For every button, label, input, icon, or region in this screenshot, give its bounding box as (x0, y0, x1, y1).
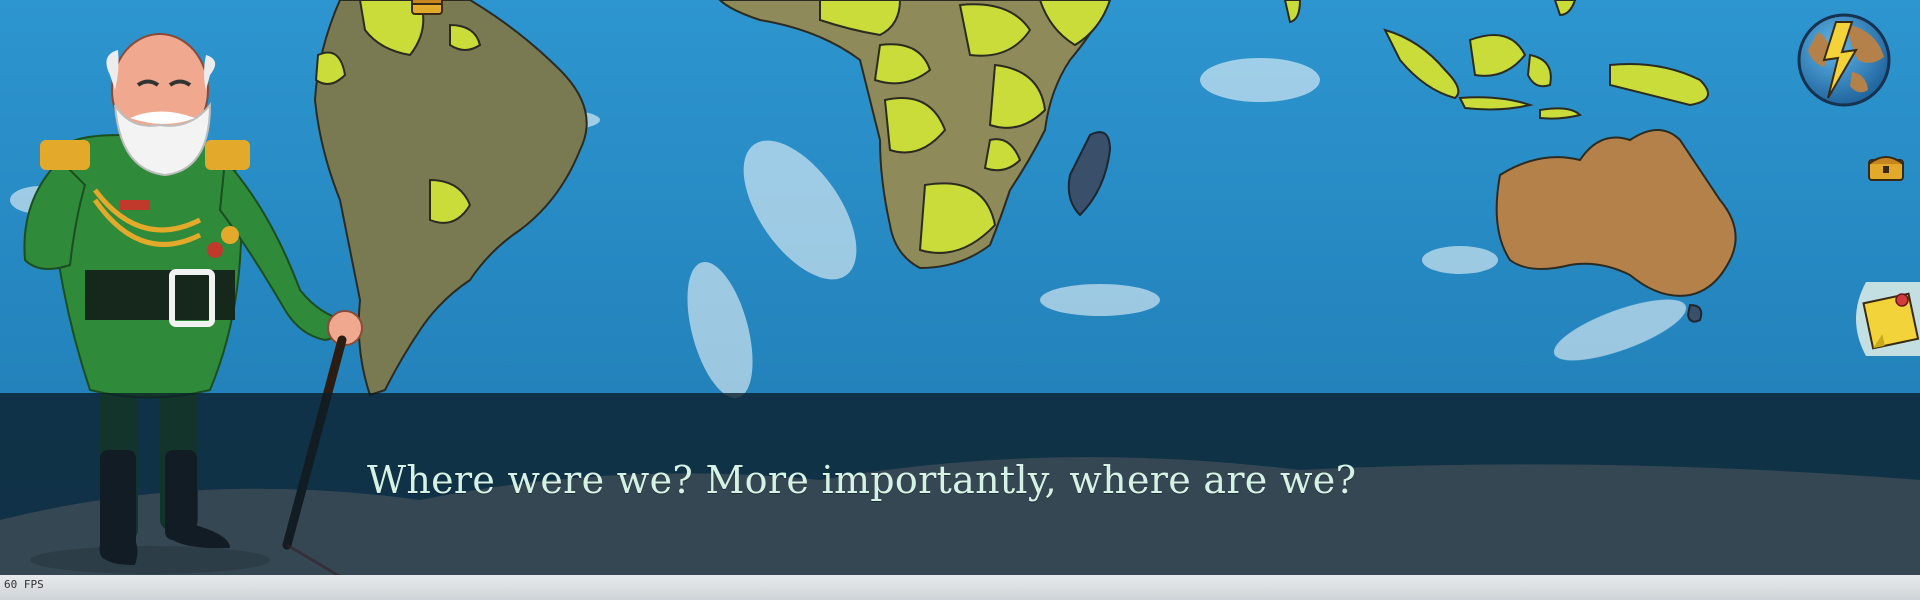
fps-counter: 60 FPS (4, 578, 44, 591)
dialog-text: Where were we? More importantly, where a… (367, 458, 1357, 502)
globe-icon[interactable] (1796, 12, 1892, 108)
map-treasure-chest-icon[interactable] (410, 0, 444, 16)
sticky-note-icon[interactable] (1846, 282, 1920, 356)
treasure-chest-icon[interactable] (1866, 150, 1906, 184)
bottom-strip (0, 575, 1920, 600)
